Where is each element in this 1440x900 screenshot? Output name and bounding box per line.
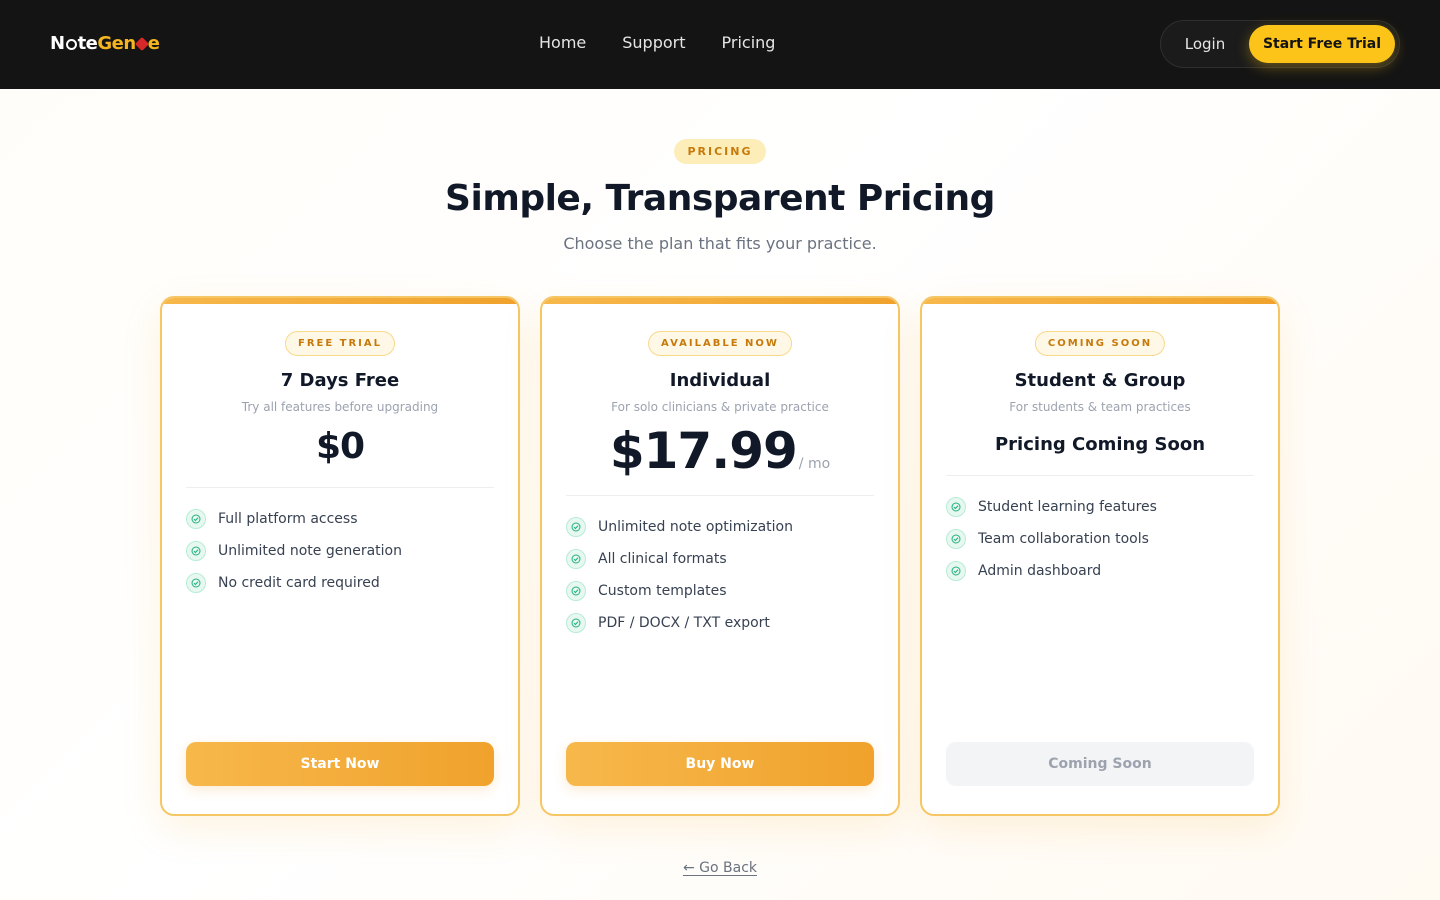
feature-label: Student learning features — [978, 499, 1157, 515]
feature-label: Team collaboration tools — [978, 531, 1149, 547]
plan-description: For students & team practices — [1009, 400, 1191, 414]
logo-text-n: N — [50, 33, 65, 54]
plan-price: $0 — [315, 426, 365, 467]
feature-item: Unlimited note optimization — [566, 511, 874, 543]
plan-name: Student & Group — [1014, 370, 1186, 391]
feature-item: Unlimited note generation — [186, 535, 494, 567]
feature-item: Full platform access — [186, 503, 494, 535]
main-nav: Home Support Pricing — [539, 33, 775, 52]
feature-item: Custom templates — [566, 575, 874, 607]
check-circle-icon — [946, 497, 966, 517]
feature-label: Unlimited note optimization — [598, 519, 793, 535]
plan-card-student-group: COMING SOON Student & Group For students… — [920, 296, 1280, 816]
check-circle-icon — [566, 613, 586, 633]
feature-item: PDF / DOCX / TXT export — [566, 607, 874, 639]
plan-description: Try all features before upgrading — [241, 400, 439, 414]
plan-status-pill: AVAILABLE NOW — [648, 331, 792, 356]
page-title: Simple, Transparent Pricing — [445, 178, 995, 219]
card-divider — [566, 495, 874, 496]
nav-pricing-link[interactable]: Pricing — [722, 33, 776, 52]
logo-text-gen: Gen — [97, 33, 136, 54]
check-circle-icon — [566, 581, 586, 601]
check-circle-icon — [946, 561, 966, 581]
feature-item: Team collaboration tools — [946, 523, 1254, 555]
plan-description: For solo clinicians & private practice — [611, 400, 829, 414]
card-divider — [946, 475, 1254, 476]
plan-status-pill: COMING SOON — [1034, 331, 1166, 356]
auth-buttons: Login Start Free Trial — [1160, 20, 1400, 68]
feature-label: Custom templates — [598, 583, 727, 599]
nav-support-link[interactable]: Support — [622, 33, 685, 52]
plan-card-individual: AVAILABLE NOW Individual For solo clinic… — [540, 296, 900, 816]
pricing-badge: PRICING — [674, 139, 766, 164]
nav-home-link[interactable]: Home — [539, 33, 586, 52]
card-accent-bar — [922, 298, 1278, 304]
feature-item: All clinical formats — [566, 543, 874, 575]
plan-price: $17.99 — [609, 422, 798, 480]
feature-label: Admin dashboard — [978, 563, 1102, 579]
plan-name: 7 Days Free — [280, 370, 400, 391]
feature-label: PDF / DOCX / TXT export — [598, 615, 770, 631]
coming-soon-button[interactable]: Coming Soon — [946, 742, 1254, 786]
check-circle-icon — [566, 517, 586, 537]
logo-text-e: e — [147, 33, 160, 54]
plan-price-block: $0 — [162, 426, 518, 467]
logo-text-te: te — [77, 33, 98, 54]
feature-item: Admin dashboard — [946, 555, 1254, 587]
plan-price-block: $17.99/ mo — [542, 422, 898, 480]
feature-label: Unlimited note generation — [218, 543, 402, 559]
feature-list: Unlimited note optimization All clinical… — [566, 511, 874, 639]
buy-now-button[interactable]: Buy Now — [566, 742, 874, 786]
check-circle-icon — [186, 573, 206, 593]
check-circle-icon — [186, 541, 206, 561]
start-free-trial-button[interactable]: Start Free Trial — [1249, 25, 1395, 63]
go-back-wrapper: ← Go Back — [0, 857, 1440, 876]
check-circle-icon — [566, 549, 586, 569]
feature-item: No credit card required — [186, 567, 494, 599]
plan-name: Individual — [669, 370, 771, 391]
card-accent-bar — [162, 298, 518, 304]
top-navbar: Nte Gen e Home Support Pricing Login Start… — [0, 0, 1440, 89]
plan-card-free-trial: FREE TRIAL 7 Days Free Try all features … — [160, 296, 520, 816]
logo-star-icon — [134, 36, 149, 51]
feature-list: Student learning features Team collabora… — [946, 491, 1254, 587]
notegenie-logo[interactable]: Nte Gen e — [50, 33, 160, 54]
pricing-coming-soon-text: Pricing Coming Soon — [994, 434, 1206, 455]
feature-item: Student learning features — [946, 491, 1254, 523]
feature-label: All clinical formats — [598, 551, 727, 567]
plan-status-pill: FREE TRIAL — [284, 331, 396, 356]
check-circle-icon — [946, 529, 966, 549]
card-divider — [186, 487, 494, 488]
feature-label: Full platform access — [218, 511, 358, 527]
card-accent-bar — [542, 298, 898, 304]
start-now-button[interactable]: Start Now — [186, 742, 494, 786]
logo-o-icon — [65, 39, 77, 50]
page-subtitle: Choose the plan that fits your practice. — [563, 234, 877, 253]
go-back-link[interactable]: ← Go Back — [683, 860, 757, 876]
feature-label: No credit card required — [218, 575, 380, 591]
check-circle-icon — [186, 509, 206, 529]
feature-list: Full platform access Unlimited note gene… — [186, 503, 494, 599]
login-button[interactable]: Login — [1161, 35, 1249, 53]
price-period: / mo — [798, 456, 831, 472]
